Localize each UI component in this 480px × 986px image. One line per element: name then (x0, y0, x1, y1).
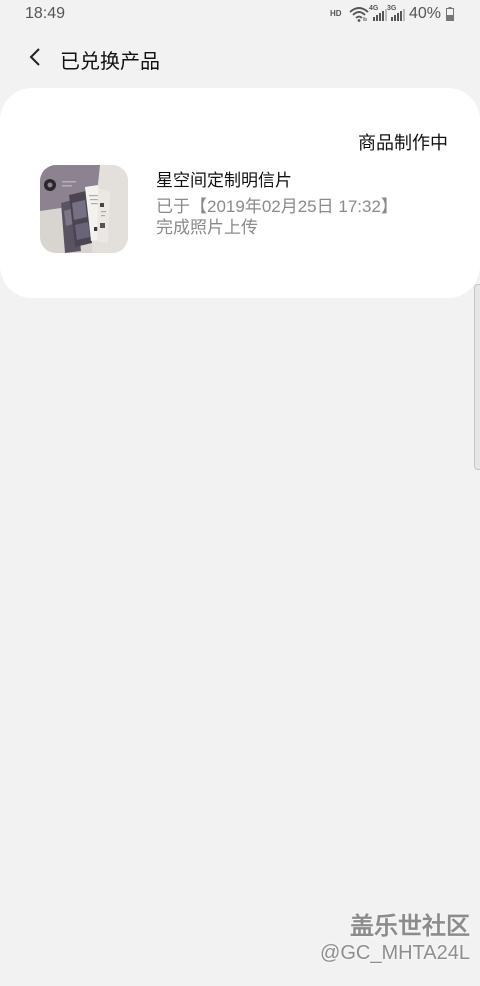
watermark-brand: 盖乐世社区 (350, 913, 470, 940)
signal-bars-icon (391, 8, 405, 26)
screen: 18:49 HD 4G 3G 40% 已兑换产品 商品制作中 星空间定制明信片 … (0, 0, 480, 986)
page-title: 已兑换产品 (60, 51, 160, 73)
edge-panel-handle[interactable] (474, 284, 480, 470)
battery-percentage: 40% (409, 5, 442, 22)
battery-icon (446, 7, 454, 26)
hd-indicator: HD (330, 9, 342, 18)
wifi-icon (349, 6, 369, 27)
watermark-user: @GC_MHTA24L (320, 942, 470, 964)
product-card[interactable]: 商品制作中 星空间定制明信片 已于【2019年02月25日 17:32】 完成照… (0, 88, 480, 298)
product-note-line2: 完成照片上传 (156, 218, 258, 237)
signal-bars-icon (373, 8, 387, 26)
product-status-label: 商品制作中 (358, 133, 448, 153)
chevron-left-icon (29, 48, 40, 66)
status-time: 18:49 (25, 5, 66, 22)
back-button[interactable] (22, 42, 48, 72)
product-name: 星空间定制明信片 (156, 171, 292, 190)
status-bar: 18:49 HD 4G 3G 40% (0, 0, 480, 30)
product-thumbnail (40, 165, 128, 253)
